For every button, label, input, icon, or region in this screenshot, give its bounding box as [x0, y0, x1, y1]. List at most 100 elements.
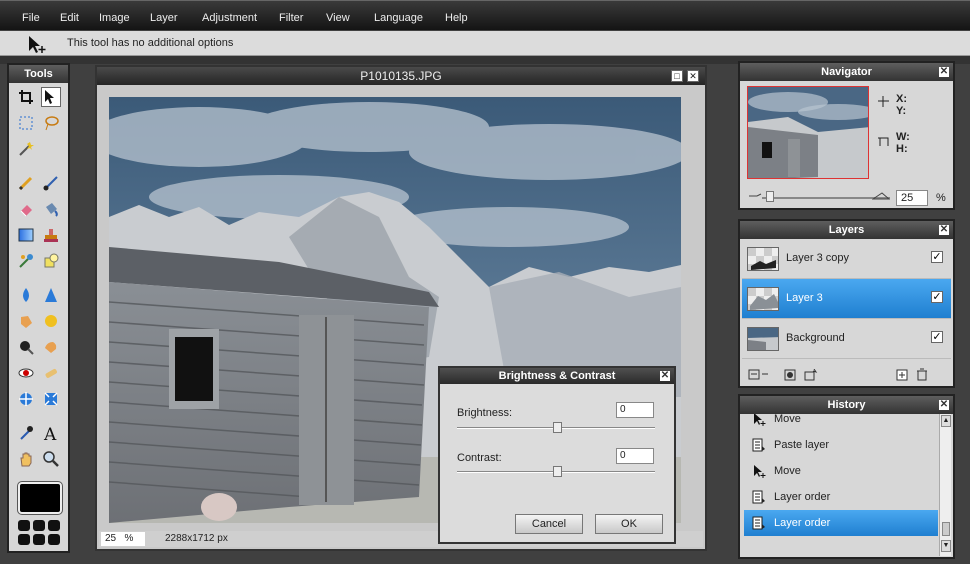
- bloat-icon[interactable]: [16, 389, 36, 409]
- close-icon[interactable]: ✕: [687, 70, 699, 82]
- history-item[interactable]: Move: [744, 458, 938, 484]
- zoom-in-icon[interactable]: [872, 191, 890, 201]
- brightness-input[interactable]: 0: [616, 402, 654, 418]
- image-window-titlebar[interactable]: P1010135.JPG □ ✕: [97, 67, 705, 85]
- sharpen-icon[interactable]: [41, 285, 61, 305]
- menu-image[interactable]: Image: [99, 12, 130, 24]
- crosshair-icon: [878, 96, 889, 107]
- menu-view[interactable]: View: [326, 12, 350, 24]
- marquee-icon[interactable]: [16, 113, 36, 133]
- layer-doc-icon: [752, 438, 765, 452]
- menu-filter[interactable]: Filter: [279, 12, 303, 24]
- navigator-zoom-input[interactable]: 25: [896, 190, 928, 206]
- zoom-out-icon[interactable]: [748, 191, 762, 201]
- spot-heal-icon[interactable]: [41, 363, 61, 383]
- navigator-zoom-thumb[interactable]: [766, 191, 774, 202]
- layer-visibility-checkbox[interactable]: ✓: [931, 331, 943, 343]
- lasso-icon[interactable]: [41, 113, 61, 133]
- layer-thumbnail: [747, 247, 779, 271]
- navigator-zoom-slider[interactable]: [762, 197, 890, 199]
- menu-edit[interactable]: Edit: [60, 12, 79, 24]
- zoom-field[interactable]: 25 %: [101, 532, 145, 546]
- layer-row-selected[interactable]: Layer 3 ✓: [742, 279, 951, 319]
- sponge-icon[interactable]: [41, 311, 61, 331]
- layers-titlebar: Layers ✕: [740, 221, 953, 239]
- history-item[interactable]: Move: [744, 414, 938, 432]
- menu-language[interactable]: Language: [374, 12, 423, 24]
- menu-layer[interactable]: Layer: [150, 12, 178, 24]
- menu-help[interactable]: Help: [445, 12, 468, 24]
- layers-title: Layers: [828, 224, 865, 236]
- zoom-icon[interactable]: [41, 449, 61, 469]
- clone-stamp-icon[interactable]: [41, 225, 61, 245]
- contrast-slider-thumb[interactable]: [553, 466, 562, 477]
- brush-icon[interactable]: [41, 173, 61, 193]
- crop-icon[interactable]: [16, 87, 36, 107]
- move-tool-icon: [29, 36, 46, 53]
- layer-row[interactable]: Layer 3 copy ✓: [742, 239, 951, 279]
- burn-icon[interactable]: [41, 337, 61, 357]
- contrast-label: Contrast:: [457, 452, 502, 464]
- contrast-input[interactable]: 0: [616, 448, 654, 464]
- move-icon: [754, 465, 766, 478]
- pencil-icon[interactable]: [16, 173, 36, 193]
- pinch-icon[interactable]: [41, 389, 61, 409]
- menu-adjustment[interactable]: Adjustment: [202, 12, 257, 24]
- delete-layer-icon[interactable]: [916, 368, 928, 381]
- navigator-thumbnail[interactable]: [747, 86, 869, 179]
- y-label: Y:: [896, 105, 907, 117]
- h-label: H:: [896, 143, 908, 155]
- history-item[interactable]: Paste layer: [744, 432, 938, 458]
- menu-bar: File Edit Image Layer Adjustment Filter …: [0, 0, 970, 30]
- blur-icon[interactable]: [16, 285, 36, 305]
- dialog-titlebar[interactable]: Brightness & Contrast ✕: [440, 368, 674, 384]
- layer-styles-icon[interactable]: [804, 369, 818, 381]
- hand-icon[interactable]: [16, 449, 36, 469]
- layer-visibility-checkbox[interactable]: ✓: [931, 251, 943, 263]
- layer-thumbnail: [747, 327, 779, 351]
- dialog-close-icon[interactable]: ✕: [660, 371, 670, 381]
- layer-mask-icon[interactable]: [784, 369, 796, 381]
- magic-wand-icon[interactable]: [16, 139, 36, 159]
- eraser-icon[interactable]: [16, 199, 36, 219]
- navigator-close-icon[interactable]: ✕: [939, 67, 949, 77]
- type-icon[interactable]: A: [41, 423, 61, 443]
- history-item[interactable]: Layer order: [744, 484, 938, 510]
- red-eye-icon[interactable]: [16, 363, 36, 383]
- view-mode-buttons[interactable]: [18, 520, 62, 548]
- layer-doc-icon: [752, 516, 765, 530]
- brightness-slider-thumb[interactable]: [553, 422, 562, 433]
- layer-visibility-checkbox[interactable]: ✓: [931, 291, 943, 303]
- smudge-icon[interactable]: [16, 311, 36, 331]
- options-text: This tool has no additional options: [67, 37, 234, 49]
- history-titlebar: History ✕: [740, 396, 953, 414]
- history-panel: History ✕ Move Paste layer Move Layer or…: [738, 394, 955, 559]
- move-icon: [754, 414, 766, 426]
- gradient-icon[interactable]: [16, 225, 36, 245]
- scroll-up-icon[interactable]: ▲: [941, 415, 951, 427]
- drawing-icon[interactable]: [41, 251, 61, 271]
- history-scrollbar[interactable]: ▲ ▼: [939, 414, 951, 556]
- navigator-zoom-unit: %: [936, 192, 946, 204]
- color-replace-icon[interactable]: [16, 251, 36, 271]
- ok-button[interactable]: OK: [595, 514, 663, 534]
- history-item-label: Move: [774, 465, 801, 477]
- layers-close-icon[interactable]: ✕: [939, 225, 949, 235]
- cancel-button[interactable]: Cancel: [515, 514, 583, 534]
- fill-bucket-icon[interactable]: [41, 199, 61, 219]
- history-item-label: Layer order: [774, 491, 831, 503]
- new-layer-icon[interactable]: [896, 369, 908, 381]
- scroll-down-icon[interactable]: ▼: [941, 540, 951, 552]
- dodge-icon[interactable]: [16, 337, 36, 357]
- layer-settings-icon[interactable]: [748, 369, 770, 381]
- maximize-icon[interactable]: □: [671, 70, 683, 82]
- menu-file[interactable]: File: [22, 12, 40, 24]
- image-title: P1010135.JPG: [360, 69, 442, 83]
- primary-color-swatch[interactable]: [18, 482, 62, 514]
- color-picker-icon[interactable]: [16, 423, 36, 443]
- move-icon[interactable]: [41, 87, 61, 107]
- history-close-icon[interactable]: ✕: [939, 400, 949, 410]
- layer-row[interactable]: Background ✓: [742, 319, 951, 359]
- scroll-thumb[interactable]: [942, 522, 950, 536]
- history-item-selected[interactable]: Layer order: [744, 510, 938, 536]
